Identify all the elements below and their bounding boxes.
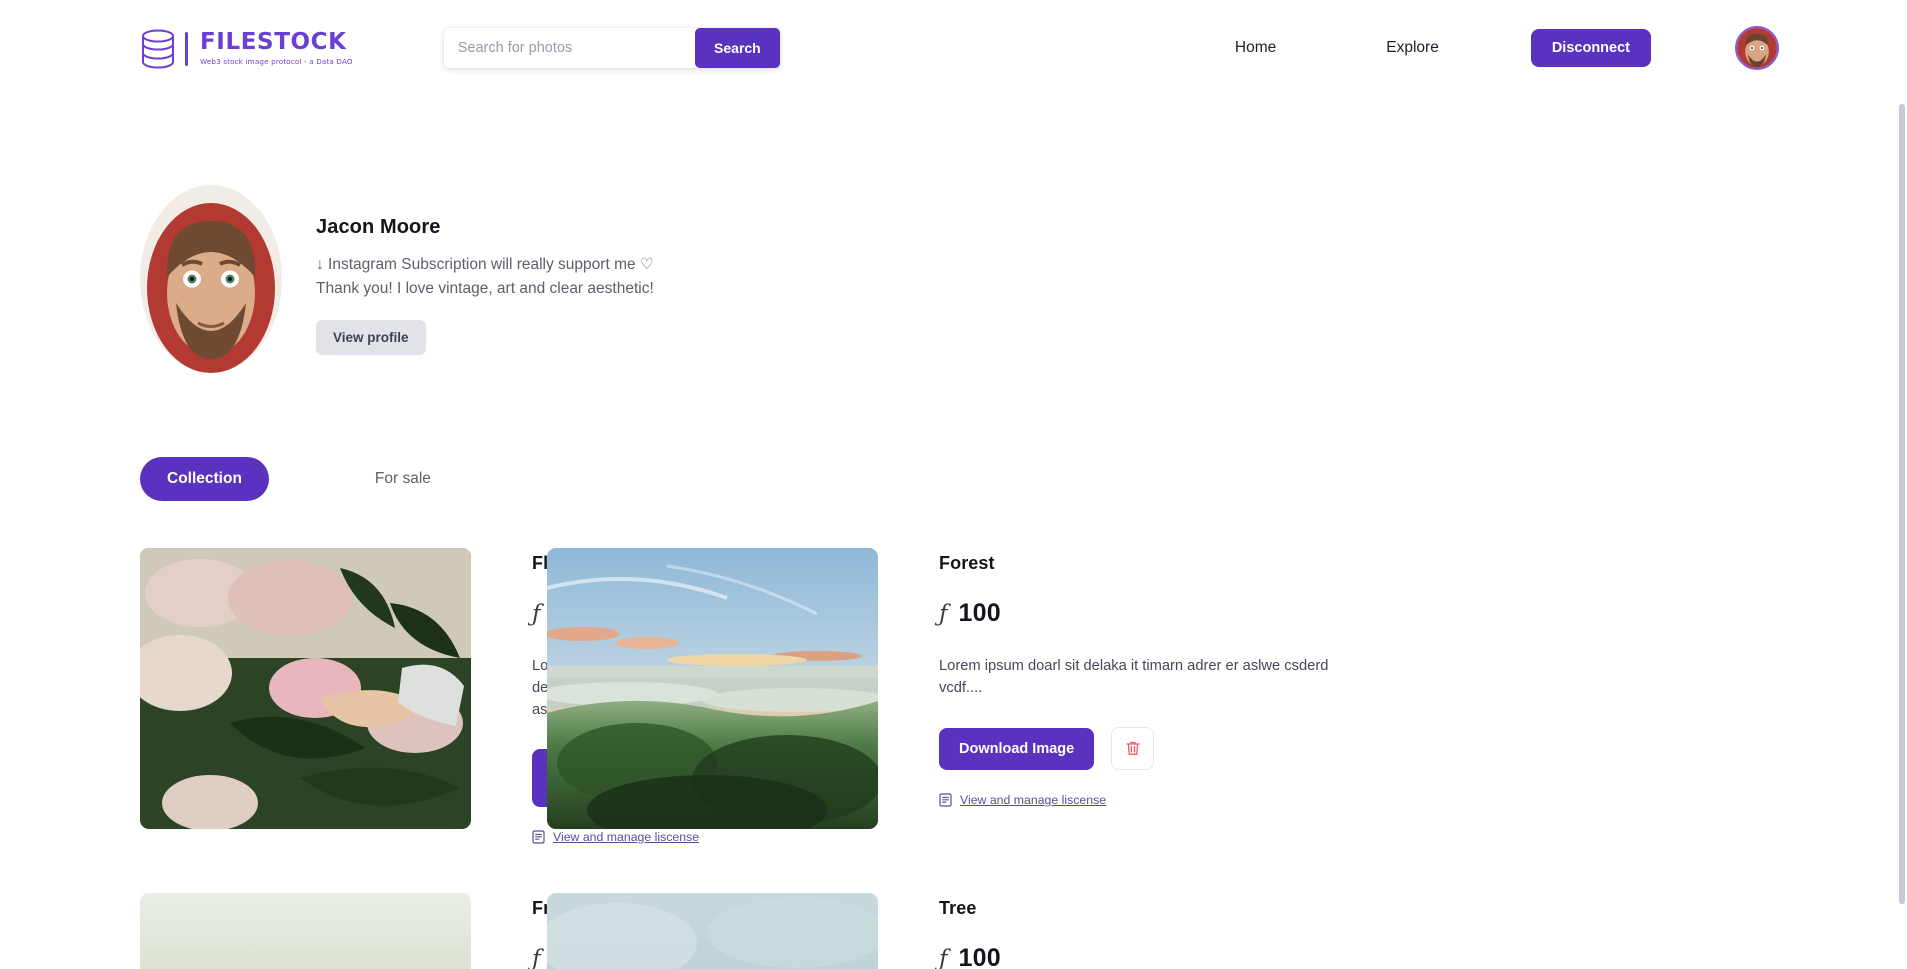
license-link-label: View and manage liscense <box>960 793 1107 808</box>
profile-name: Jacon Moore <box>316 216 441 238</box>
card-thumbnail-tree[interactable] <box>547 893 878 969</box>
search-bar: Search <box>443 27 780 68</box>
avatar[interactable] <box>1735 25 1779 70</box>
profile-avatar-image <box>140 185 282 373</box>
profile-section: Jacon Moore ↓ Instagram Subscription wil… <box>0 95 1907 373</box>
grass-field-photo <box>140 893 471 969</box>
forest-photo <box>547 548 878 829</box>
card-body: Forest ƒ 100 Lorem ipsum doarl sit delak… <box>939 548 1419 807</box>
view-profile-button[interactable]: View profile <box>316 320 426 356</box>
card-description: Lorem ipsum doarl sit delaka it timarn a… <box>939 658 1329 697</box>
nav-link-explore[interactable]: Explore <box>1382 31 1443 65</box>
document-icon <box>532 830 545 844</box>
logo-divider <box>185 31 188 66</box>
delete-button[interactable] <box>1111 727 1155 771</box>
tab-collection[interactable]: Collection <box>140 457 269 501</box>
page-scrollbar[interactable] <box>1899 104 1905 904</box>
price-value: 100 <box>958 944 1001 969</box>
currency-symbol-icon: ƒ <box>532 601 541 627</box>
card-body: Tree ƒ 100 Lorem ipsum doarl sit delaka … <box>939 893 1419 969</box>
site-header: FILESTOCK Web3 stock image protocol - a … <box>0 0 1907 95</box>
download-image-button[interactable]: Download Image <box>939 727 1095 770</box>
nav-link-home[interactable]: Home <box>1231 31 1280 65</box>
card-price: ƒ 100 <box>939 599 1419 628</box>
card-price: ƒ 100 <box>939 944 1419 969</box>
image-card: Friends ƒ 100 Lorem ipsum doarl sit dela… <box>140 893 598 969</box>
main-nav: Home Explore Disconnect <box>1231 0 1907 95</box>
card-thumbnail-forest[interactable] <box>547 548 878 829</box>
brand-logo[interactable]: FILESTOCK Web3 stock image protocol - a … <box>140 28 353 70</box>
image-card: Forest ƒ 100 Lorem ipsum doarl sit delak… <box>547 548 1700 844</box>
logo-text-block: FILESTOCK Web3 stock image protocol - a … <box>200 29 353 67</box>
currency-symbol-icon: ƒ <box>532 946 541 969</box>
trash-icon <box>1126 741 1140 755</box>
profile-bio: ↓ Instagram Subscription will really sup… <box>316 253 654 300</box>
card-title: Tree <box>939 898 977 919</box>
card-thumbnail-flowers[interactable] <box>140 548 471 829</box>
card-thumbnail-friends[interactable] <box>140 893 471 969</box>
currency-symbol-icon: ƒ <box>939 946 948 969</box>
flowers-photo <box>140 548 471 829</box>
image-card: Flowers ƒ 100 Lorem ipsum doarl sit dela… <box>140 548 702 844</box>
currency-symbol-icon: ƒ <box>939 601 948 627</box>
brand-name: FILESTOCK <box>200 29 347 55</box>
profile-bio-line-2: Thank you! I love vintage, art and clear… <box>316 279 654 297</box>
brand-tagline: Web3 stock image protocol - a Data DAO <box>200 57 353 66</box>
document-icon <box>939 793 952 807</box>
image-card: Tree ƒ 100 Lorem ipsum doarl sit delaka … <box>547 893 1700 969</box>
profile-info: Jacon Moore ↓ Instagram Subscription wil… <box>316 184 654 356</box>
license-link[interactable]: View and manage liscense <box>939 793 1419 807</box>
search-input[interactable] <box>443 27 696 68</box>
image-card-grid: Flowers ƒ 100 Lorem ipsum doarl sit dela… <box>0 501 1700 969</box>
card-actions: Download Image <box>939 727 1419 771</box>
disconnect-button[interactable]: Disconnect <box>1530 28 1651 67</box>
price-value: 100 <box>958 599 1001 627</box>
card-title: Forest <box>939 553 995 573</box>
profile-avatar[interactable] <box>140 185 282 373</box>
misty-hills-photo <box>547 893 878 969</box>
avatar-image <box>1737 27 1777 68</box>
search-button[interactable]: Search <box>695 27 780 68</box>
tab-for-sale[interactable]: For sale <box>371 457 435 501</box>
profile-bio-line-1: ↓ Instagram Subscription will really sup… <box>316 256 654 273</box>
collection-tabs: Collection For sale <box>0 373 1907 501</box>
database-stack-icon <box>142 29 174 68</box>
